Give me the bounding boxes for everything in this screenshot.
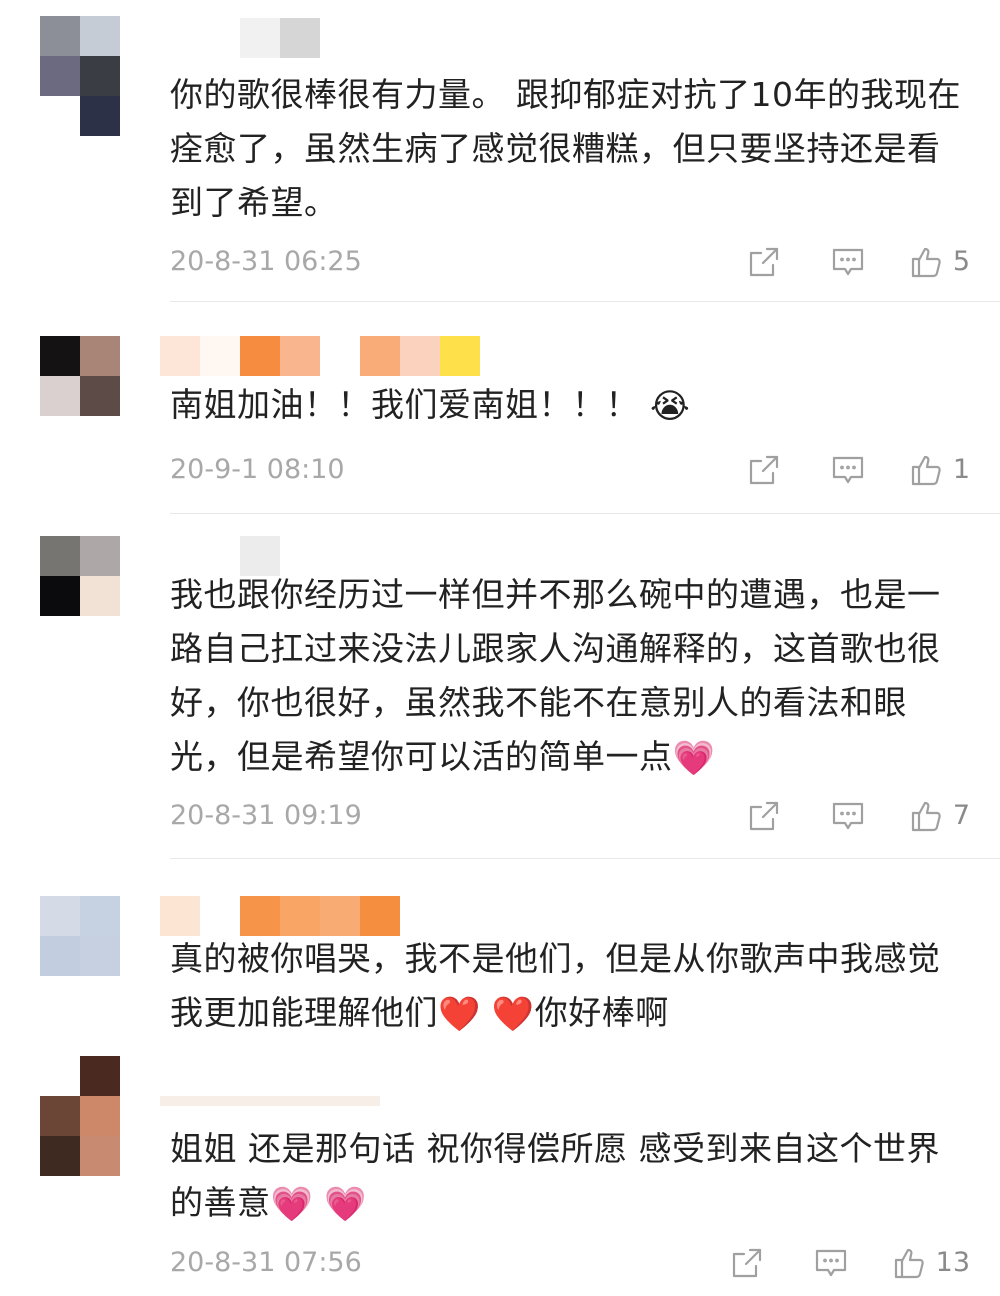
timestamp: 20-8-31 06:25: [170, 246, 362, 277]
heart-emoji: 💗: [324, 1184, 368, 1225]
comment-text: 你的歌很棒很有力量。 跟抑郁症对抗了10年的我现在痊愈了，虽然生病了感觉很糟糕，…: [170, 75, 961, 222]
divider: [170, 513, 1000, 514]
comment-meta: 20-8-31 07:56 13: [170, 1243, 970, 1283]
avatar[interactable]: [40, 1056, 120, 1176]
like-count: 5: [952, 246, 970, 277]
avatar[interactable]: [40, 896, 120, 976]
comment-text-tail: 你好棒啊: [534, 993, 669, 1032]
comment-actions: 7: [747, 796, 970, 836]
username-mosaic[interactable]: [160, 896, 400, 936]
comment-text-content: 南姐加油！！我们爱南姐！！！: [170, 385, 639, 424]
timestamp: 20-8-31 09:19: [170, 800, 362, 831]
comment-meta: 20-9-1 08:10 1: [170, 450, 970, 490]
comment-actions: 1: [747, 450, 970, 490]
red-heart-emoji: ❤️: [491, 994, 535, 1035]
comment-icon[interactable]: [814, 1246, 848, 1280]
comment-icon[interactable]: [831, 799, 865, 833]
avatar[interactable]: [40, 16, 120, 136]
thumbs-up-icon[interactable]: [909, 453, 943, 487]
like-count: 7: [952, 800, 970, 831]
comment-meta: 20-8-31 09:19 7: [170, 796, 970, 836]
username-mosaic[interactable]: [240, 18, 320, 58]
crying-face-emoji: 😭: [650, 386, 691, 427]
share-icon[interactable]: [747, 453, 781, 487]
comment-text: 南姐加油！！我们爱南姐！！！ 😭: [170, 378, 970, 434]
comment-icon[interactable]: [831, 453, 865, 487]
comment-text-content: 我也跟你经历过一样但并不那么碗中的遭遇，也是一路自己扛过来没法儿跟家人沟通解释的…: [170, 575, 941, 776]
comment-meta: 20-8-31 06:25 5: [170, 242, 970, 282]
thumbs-up-icon[interactable]: [909, 799, 943, 833]
thumbs-up-icon[interactable]: [909, 245, 943, 279]
username-mosaic[interactable]: [160, 336, 480, 376]
heart-emoji: 💗: [672, 738, 716, 779]
like-count: 13: [935, 1247, 970, 1278]
comment-icon[interactable]: [831, 245, 865, 279]
share-icon[interactable]: [747, 799, 781, 833]
share-icon[interactable]: [730, 1246, 764, 1280]
comment-actions: 13: [730, 1243, 970, 1283]
comment-text: 真的被你唱哭，我不是他们，但是从你歌声中我感觉我更加能理解他们❤️ ❤️你好棒啊: [170, 932, 970, 1042]
share-icon[interactable]: [747, 245, 781, 279]
comment-text: 姐姐 还是那句话 祝你得偿所愿 感受到来自这个世界的善意💗 💗: [170, 1122, 970, 1232]
avatar[interactable]: [40, 536, 120, 616]
comment-actions: 5: [747, 242, 970, 282]
like-count: 1: [952, 454, 970, 485]
timestamp: 20-8-31 07:56: [170, 1247, 362, 1278]
red-heart-emoji: ❤️: [438, 994, 481, 1035]
divider: [170, 301, 1000, 302]
heart-emoji: 💗: [270, 1184, 314, 1225]
thumbs-up-icon[interactable]: [892, 1246, 926, 1280]
avatar[interactable]: [40, 336, 120, 416]
comment-text: 我也跟你经历过一样但并不那么碗中的遭遇，也是一路自己扛过来没法儿跟家人沟通解释的…: [170, 568, 970, 786]
timestamp: 20-9-1 08:10: [170, 454, 345, 485]
divider: [170, 858, 1000, 859]
